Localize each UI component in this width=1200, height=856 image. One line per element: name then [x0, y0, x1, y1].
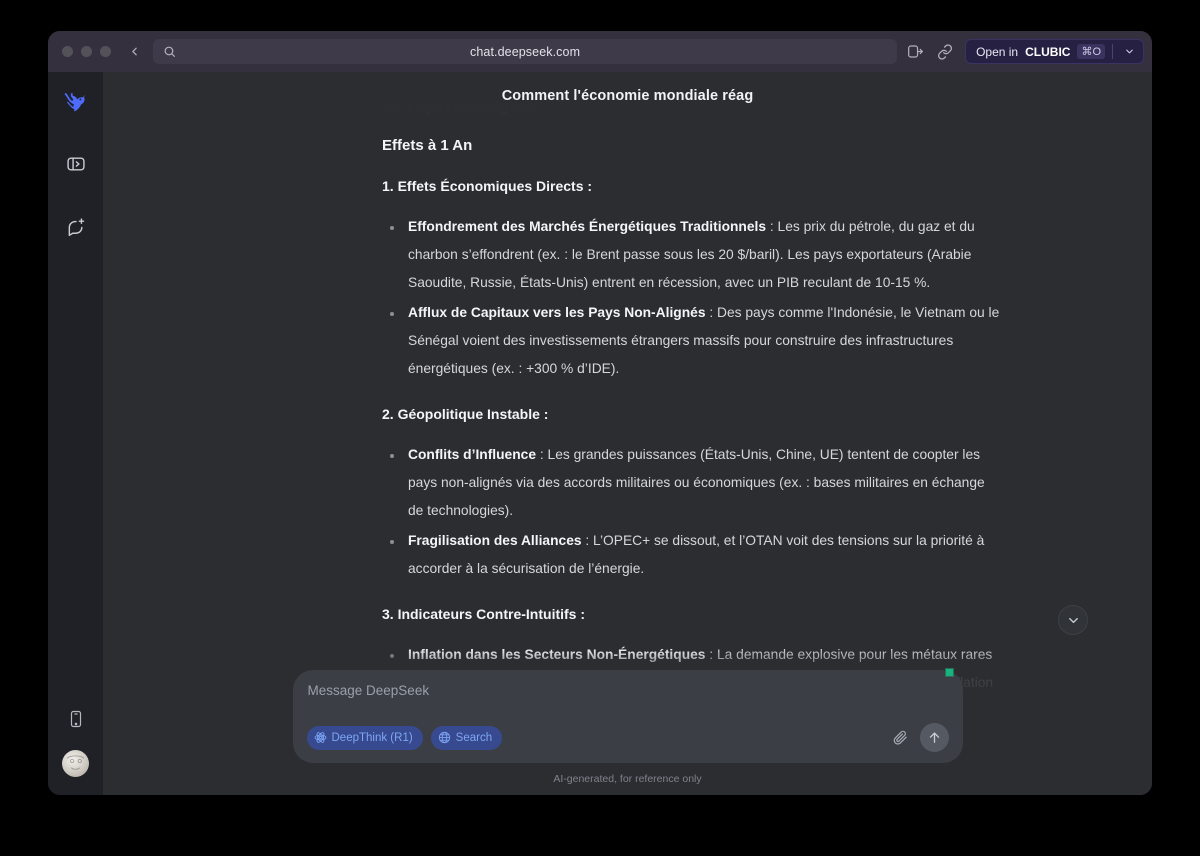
- paperclip-icon[interactable]: [892, 729, 909, 746]
- traffic-lights: [62, 46, 111, 57]
- avatar[interactable]: [62, 750, 89, 777]
- sidebar-item-toggle-sidebar[interactable]: [59, 147, 93, 181]
- list-item-lead: Fragilisation des Alliances: [408, 533, 582, 548]
- message-composer[interactable]: Message DeepSeek DeepThink (R1) Search: [292, 668, 963, 763]
- list-item-lead: Effondrement des Marchés Énergétiques Tr…: [408, 219, 767, 234]
- deepthink-label: DeepThink (R1): [331, 731, 413, 744]
- back-button[interactable]: [123, 41, 145, 63]
- deepseek-logo-icon[interactable]: [59, 86, 93, 120]
- deepthink-icon: [314, 731, 327, 744]
- list-item: Effondrement des Marchés Énergétiques Tr…: [382, 213, 1003, 297]
- bullet-list-1: Effondrement des Marchés Énergétiques Tr…: [382, 213, 1003, 383]
- toolbar-icons: [907, 43, 953, 60]
- close-button[interactable]: [62, 46, 73, 57]
- sidebar-item-mobile-app[interactable]: [59, 702, 93, 736]
- open-in-prefix: Open in: [976, 44, 1019, 59]
- url-text: chat.deepseek.com: [469, 44, 581, 59]
- scroll-to-bottom-button[interactable]: [1058, 605, 1088, 635]
- maximize-button[interactable]: [100, 46, 111, 57]
- list-item-lead: Afflux de Capitaux vers les Pays Non-Ali…: [408, 305, 706, 320]
- list-item: Fragilisation des Alliances : L’OPEC+ se…: [382, 527, 1003, 583]
- app-sidebar: [48, 72, 103, 795]
- page-title: Comment l'économie mondiale réag: [501, 88, 754, 104]
- section-heading: Effets à 1 An: [382, 137, 473, 154]
- chevron-down-icon[interactable]: [1120, 46, 1139, 57]
- address-bar[interactable]: chat.deepseek.com: [153, 39, 898, 64]
- message-input[interactable]: Message DeepSeek: [307, 683, 949, 698]
- minimize-button[interactable]: [81, 46, 92, 57]
- composer-area: Message DeepSeek DeepThink (R1) Search A…: [103, 648, 1152, 795]
- open-in-brand: CLUBIC: [1025, 44, 1071, 59]
- chat-header: Comment l'économie mondiale réag: [103, 72, 1152, 120]
- search-label: Search: [455, 731, 493, 744]
- list-item-lead: Conflits d’Influence: [408, 447, 537, 462]
- chat-panel: Comment l'économie mondiale réag les Pay…: [103, 72, 1152, 795]
- app-shell: Comment l'économie mondiale réag les Pay…: [48, 72, 1152, 795]
- disclaimer-text: AI-generated, for reference only: [553, 773, 702, 785]
- sidebar-item-new-chat[interactable]: [59, 210, 93, 244]
- browser-window: chat.deepseek.com Open in CLUBIC ⌘O Comm…: [48, 31, 1152, 795]
- bullet-list-2: Conflits d’Influence : Les grandes puiss…: [382, 441, 1003, 583]
- open-in-app-button[interactable]: Open in CLUBIC ⌘O: [965, 39, 1144, 64]
- reader-view-icon[interactable]: [907, 44, 924, 59]
- recording-indicator: [944, 668, 954, 677]
- open-in-shortcut: ⌘O: [1077, 44, 1105, 59]
- search-toggle[interactable]: Search: [430, 725, 503, 750]
- globe-icon: [438, 731, 451, 744]
- copy-link-icon[interactable]: [937, 43, 953, 60]
- list-item: Conflits d’Influence : Les grandes puiss…: [382, 441, 1003, 525]
- subsection-heading-1: 1. Effets Économiques Directs :: [382, 178, 593, 194]
- deepthink-toggle[interactable]: DeepThink (R1): [306, 725, 423, 750]
- send-button[interactable]: [919, 723, 949, 752]
- composer-controls: DeepThink (R1) Search: [306, 723, 949, 752]
- list-item: Afflux de Capitaux vers les Pays Non-Ali…: [382, 299, 1003, 383]
- subsection-heading-2: 2. Géopolitique Instable :: [382, 406, 549, 422]
- subsection-heading-3: 3. Indicateurs Contre-Intuitifs :: [382, 606, 586, 622]
- browser-toolbar: chat.deepseek.com Open in CLUBIC ⌘O: [48, 31, 1152, 72]
- divider: [1112, 44, 1113, 59]
